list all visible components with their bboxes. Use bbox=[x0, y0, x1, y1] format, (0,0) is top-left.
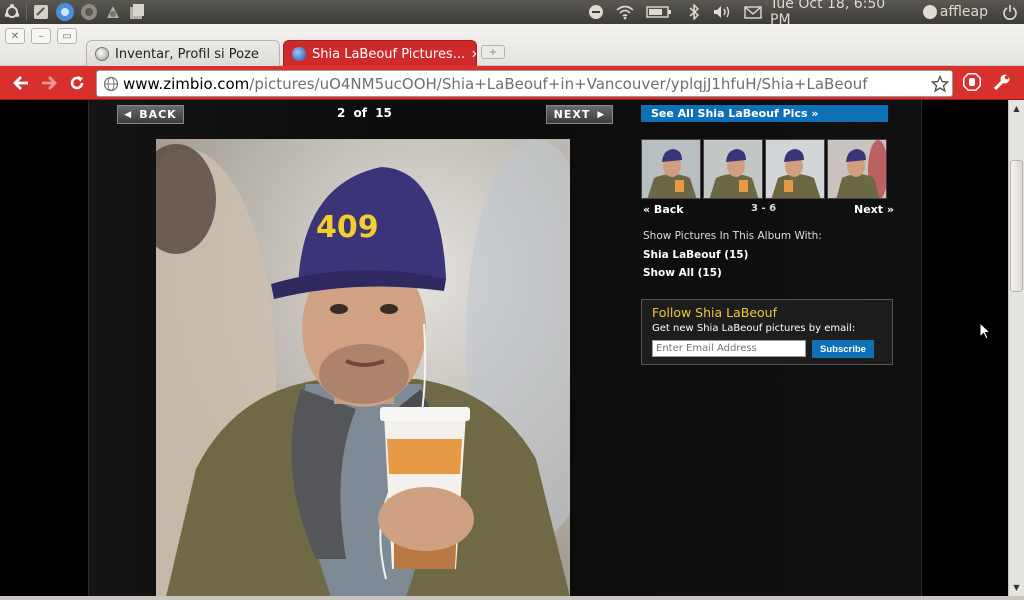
bookmark-star-icon[interactable] bbox=[927, 75, 949, 93]
email-field[interactable] bbox=[652, 340, 806, 357]
next-triangle-icon: ▶ bbox=[597, 109, 606, 120]
browser-titlebar: ✕ – ▭ Inventar, Profil si Poze Shia LaBe… bbox=[0, 24, 1024, 67]
thumbnail-5[interactable] bbox=[765, 139, 825, 199]
bluetooth-icon[interactable] bbox=[688, 4, 700, 20]
tab-shia-labeouf[interactable]: Shia LaBeouf Pictures... ✕ bbox=[283, 40, 477, 67]
gallery-back-button[interactable]: ◀ BACK bbox=[117, 105, 184, 124]
globe-icon bbox=[95, 47, 109, 61]
filter-shia-link[interactable]: Shia LaBeouf (15) bbox=[643, 249, 748, 261]
wifi-icon[interactable] bbox=[616, 4, 634, 20]
ubuntu-logo-icon[interactable] bbox=[0, 1, 24, 23]
show-pictures-label: Show Pictures In This Album With: bbox=[643, 230, 822, 242]
zimbio-content: ◀ BACK 2 of 15 NEXT ▶ 409 See All Shia L… bbox=[88, 100, 922, 596]
tab-label: Shia LaBeouf Pictures... bbox=[312, 46, 466, 62]
window-maximize-button[interactable]: ▭ bbox=[57, 28, 77, 44]
skype-icon[interactable] bbox=[588, 4, 604, 20]
window-close-button[interactable]: ✕ bbox=[5, 28, 25, 44]
address-bar[interactable]: www.zimbio.com/pictures/uO4NM5ucOOH/Shia… bbox=[96, 70, 953, 97]
tab-inventar[interactable]: Inventar, Profil si Poze bbox=[86, 40, 280, 67]
subscribe-button[interactable]: Subscribe bbox=[812, 340, 874, 358]
see-all-pics-link[interactable]: See All Shia LaBeouf Pics » bbox=[641, 105, 888, 122]
system-tray: Tue Oct 18, 6:50 PM affleap bbox=[582, 0, 1024, 28]
back-triangle-icon: ◀ bbox=[124, 109, 133, 120]
gallery-back-label: BACK bbox=[139, 108, 177, 121]
browser-toolbar: www.zimbio.com/pictures/uO4NM5ucOOH/Shia… bbox=[0, 66, 1024, 100]
thumbs-back-link[interactable]: « Back bbox=[643, 203, 684, 216]
gallery-current: 2 bbox=[337, 106, 346, 120]
follow-box: Follow Shia LaBeouf Get new Shia LaBeouf… bbox=[641, 299, 893, 365]
url-host: www.zimbio.com bbox=[123, 74, 250, 93]
gallery-counter: 2 of 15 bbox=[337, 106, 392, 120]
gallery-next-button[interactable]: NEXT ▶ bbox=[546, 105, 613, 124]
gallery-next-label: NEXT bbox=[553, 108, 591, 121]
battery-icon[interactable] bbox=[646, 5, 672, 19]
vertical-scrollbar[interactable]: ▲ ▼ bbox=[1008, 100, 1024, 596]
filter-all-link[interactable]: Show All (15) bbox=[643, 267, 722, 279]
system-monitor-icon[interactable] bbox=[77, 1, 101, 23]
mouse-cursor-icon bbox=[979, 321, 992, 344]
user-name[interactable]: affleap bbox=[940, 4, 988, 20]
tab-label: Inventar, Profil si Poze bbox=[115, 46, 259, 62]
tab-close-icon[interactable]: ✕ bbox=[465, 48, 476, 61]
panel-separator bbox=[26, 3, 27, 21]
thumbnail-4[interactable] bbox=[703, 139, 763, 199]
gallery-total: 15 bbox=[375, 106, 392, 120]
network-tools-icon[interactable] bbox=[101, 1, 125, 23]
text-editor-icon[interactable] bbox=[29, 1, 53, 23]
files-icon[interactable] bbox=[125, 1, 149, 23]
thumbs-next-link[interactable]: Next » bbox=[854, 203, 894, 216]
page-globe-icon bbox=[103, 76, 119, 92]
scroll-up-icon[interactable]: ▲ bbox=[1009, 100, 1024, 116]
volume-icon[interactable] bbox=[712, 4, 732, 20]
follow-title: Follow Shia LaBeouf bbox=[652, 305, 778, 320]
scrollbar-thumb[interactable] bbox=[1010, 160, 1023, 292]
top-panel: Tue Oct 18, 6:50 PM affleap bbox=[0, 0, 1024, 28]
gallery-of: of bbox=[353, 106, 368, 120]
new-tab-button[interactable]: + bbox=[481, 45, 505, 59]
scroll-down-icon[interactable]: ▼ bbox=[1009, 579, 1024, 595]
thumbs-range: 3 - 6 bbox=[751, 203, 777, 214]
page-viewport: ◀ BACK 2 of 15 NEXT ▶ 409 See All Shia L… bbox=[0, 100, 1008, 596]
back-arrow-icon[interactable] bbox=[10, 73, 32, 93]
power-icon[interactable] bbox=[1002, 4, 1018, 20]
zimbio-favicon-icon bbox=[292, 47, 306, 61]
follow-subtitle: Get new Shia LaBeouf pictures by email: bbox=[652, 323, 856, 334]
wrench-icon[interactable] bbox=[991, 72, 1013, 92]
window-bottom-edge bbox=[0, 596, 1024, 600]
thumbnail-6[interactable] bbox=[827, 139, 887, 199]
forward-arrow-icon[interactable] bbox=[38, 73, 60, 93]
thumbnail-3[interactable] bbox=[641, 139, 701, 199]
main-photo[interactable]: 409 bbox=[156, 139, 570, 596]
mail-icon[interactable] bbox=[744, 5, 762, 19]
url-path: /pictures/uO4NM5ucOOH/Shia+LaBeouf+in+Va… bbox=[249, 74, 868, 93]
cap-logo-text: 409 bbox=[316, 210, 379, 245]
adblock-icon[interactable] bbox=[961, 72, 983, 92]
reload-icon[interactable] bbox=[66, 73, 88, 93]
window-minimize-button[interactable]: – bbox=[31, 28, 51, 44]
user-status-icon[interactable] bbox=[922, 4, 938, 20]
chromium-icon[interactable] bbox=[53, 1, 77, 23]
